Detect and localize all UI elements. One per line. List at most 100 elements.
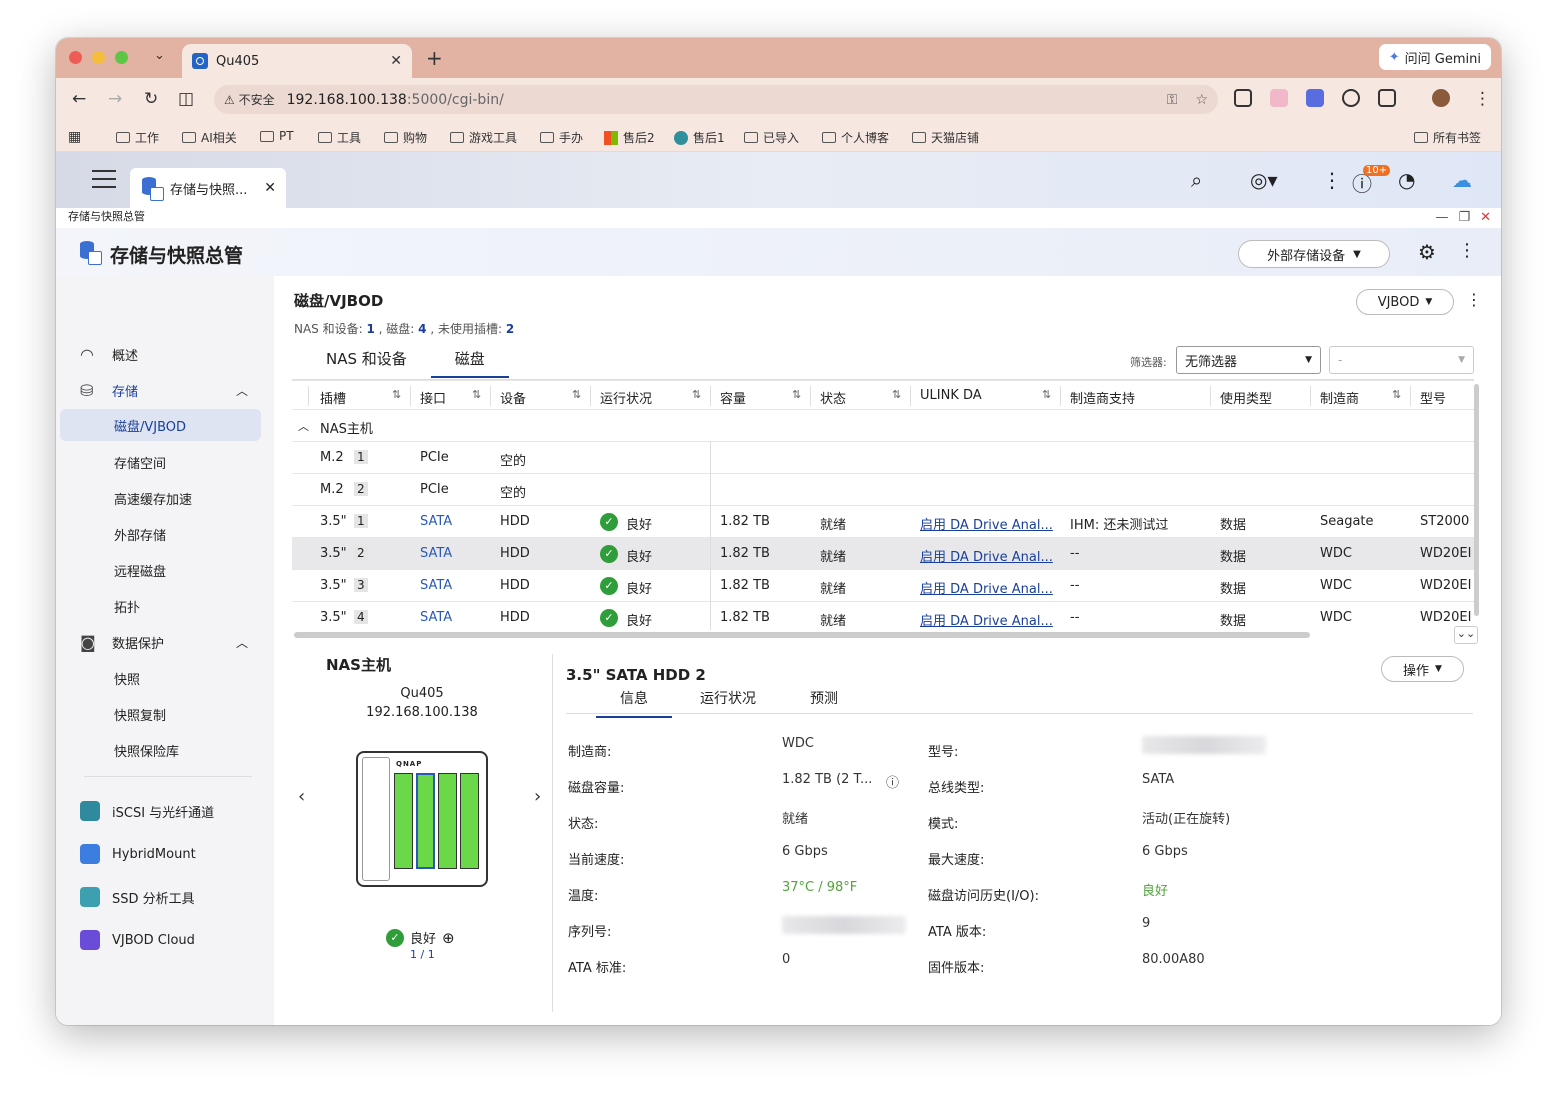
app-more-icon[interactable]: ⋮ bbox=[1458, 240, 1476, 261]
bookmark-folder[interactable]: 已导入 bbox=[744, 129, 799, 146]
sidebar-item-cache[interactable]: 高速缓存加速 bbox=[56, 488, 274, 508]
bookmark-folder[interactable]: AI相关 bbox=[182, 129, 237, 146]
profile-avatar[interactable] bbox=[1432, 89, 1450, 107]
col-device[interactable]: 设备 bbox=[500, 388, 526, 407]
sidebar-item-storage-space[interactable]: 存储空间 bbox=[56, 452, 274, 472]
tab-health[interactable]: 运行状况 bbox=[700, 688, 756, 708]
search-icon[interactable]: ⌕ bbox=[1191, 168, 1202, 192]
col-model[interactable]: 型号 bbox=[1420, 388, 1446, 407]
extension-pink-icon[interactable] bbox=[1270, 89, 1288, 107]
zoom-in-icon[interactable]: ⊕ bbox=[442, 929, 455, 947]
maximize-window-button[interactable] bbox=[115, 51, 128, 64]
restore-icon[interactable]: ❐ bbox=[1458, 210, 1470, 225]
sidebar-item-storage[interactable]: ⛁ 存储 ︿ bbox=[56, 380, 274, 400]
password-key-icon[interactable]: ⚿ bbox=[1167, 92, 1178, 108]
settings-gear-icon[interactable]: ⚙ bbox=[1418, 240, 1436, 264]
extensions-puzzle-icon[interactable] bbox=[1378, 89, 1396, 107]
vjbod-button[interactable]: VJBOD ▼ bbox=[1356, 289, 1454, 315]
col-manufacturer[interactable]: 制造商 bbox=[1320, 388, 1359, 407]
sidebar-item-overview[interactable]: ◠ 概述 bbox=[56, 344, 274, 364]
app-taskbar-tab[interactable]: 存储与快照... ✕ bbox=[130, 168, 286, 208]
sort-icon[interactable]: ⇅ bbox=[1042, 388, 1051, 401]
apps-grid-icon[interactable]: ▦ bbox=[68, 129, 81, 145]
insecure-warning[interactable]: ⚠ 不安全 bbox=[224, 91, 275, 108]
bookmark-folder[interactable]: 购物 bbox=[384, 129, 427, 146]
browser-tab[interactable]: Qu405 ✕ bbox=[182, 44, 412, 78]
col-vendor-support[interactable]: 制造商支持 bbox=[1070, 388, 1135, 407]
disk-bay-1[interactable] bbox=[394, 773, 413, 869]
address-bar[interactable]: ⚠ 不安全 192.168.100.138:5000/cgi-bin/ ⚿ ☆ bbox=[214, 85, 1218, 114]
table-row[interactable]: 3.5" 2 SATA HDD ✓ 良好 1.82 TB 就绪 启用 DA Drive Anal… bbox=[292, 538, 1474, 570]
tab-prediction[interactable]: 预测 bbox=[810, 688, 838, 708]
sidebar-app-ssd-tool[interactable]: SSD 分析工具 bbox=[56, 886, 274, 908]
extension-blue-icon[interactable] bbox=[1306, 89, 1324, 107]
next-arrow-icon[interactable]: › bbox=[534, 786, 541, 807]
previous-arrow-icon[interactable]: ‹ bbox=[298, 786, 305, 807]
bookmark-folder[interactable]: 工具 bbox=[318, 129, 361, 146]
sidebar-item-disks-vjbod[interactable]: 磁盘/VJBOD bbox=[60, 409, 261, 441]
col-interface[interactable]: 接口 bbox=[420, 388, 446, 407]
minimize-window-button[interactable] bbox=[92, 51, 105, 64]
sidebar-item-data-protection[interactable]: ◙ 数据保护 ︿ bbox=[56, 632, 274, 652]
collapse-chevron-icon[interactable]: ︿ bbox=[236, 634, 248, 651]
browser-menu-icon[interactable]: ⋮ bbox=[1474, 89, 1491, 109]
expand-panel-button[interactable]: ⌄⌄ bbox=[1454, 626, 1478, 644]
main-menu-icon[interactable] bbox=[92, 170, 116, 188]
sort-icon[interactable]: ⇅ bbox=[392, 388, 401, 401]
forward-button[interactable]: → bbox=[108, 89, 122, 109]
sidebar-app-iscsi[interactable]: iSCSI 与光纤通道 bbox=[56, 800, 274, 822]
app-tab-close-icon[interactable]: ✕ bbox=[264, 180, 276, 196]
table-row[interactable]: 3.5" 4 SATA HDD ✓ 良好 1.82 TB 就绪 启用 DA Drive Anal… bbox=[292, 602, 1474, 630]
more-options-icon[interactable]: ⋮ bbox=[1466, 290, 1482, 309]
sort-icon[interactable]: ⇅ bbox=[572, 388, 581, 401]
bookmark-star-icon[interactable]: ☆ bbox=[1195, 92, 1208, 108]
bookmark-folder[interactable]: 天猫店铺 bbox=[912, 129, 979, 146]
col-capacity[interactable]: 容量 bbox=[720, 388, 746, 407]
table-row[interactable]: M.2 1 PCIe 空的 bbox=[292, 442, 1474, 474]
cell-ulink-da[interactable]: 启用 DA Drive Anal... bbox=[920, 546, 1053, 565]
more-options-icon[interactable]: ⋮ bbox=[1322, 168, 1342, 192]
close-window-button[interactable] bbox=[69, 51, 82, 64]
resource-monitor-icon[interactable]: ◔ bbox=[1398, 168, 1415, 192]
new-tab-button[interactable]: + bbox=[426, 46, 443, 70]
info-icon[interactable]: ⓘ bbox=[886, 772, 899, 791]
user-account-icon[interactable]: ◎▾ bbox=[1250, 168, 1278, 192]
bookmark-link[interactable]: 售后2 bbox=[604, 129, 655, 146]
bookmark-folder[interactable]: 游戏工具 bbox=[450, 129, 517, 146]
close-icon[interactable]: ✕ bbox=[1480, 210, 1491, 225]
tab-list-chevron-icon[interactable]: ⌄ bbox=[154, 48, 165, 63]
sidebar-app-hybridmount[interactable]: HybridMount bbox=[56, 843, 274, 865]
disk-bay-3[interactable] bbox=[438, 773, 457, 869]
action-button[interactable]: 操作 ▼ bbox=[1381, 656, 1464, 682]
col-state[interactable]: 状态 bbox=[820, 388, 846, 407]
tab-close-icon[interactable]: ✕ bbox=[390, 53, 402, 69]
horizontal-scrollbar[interactable] bbox=[294, 632, 1310, 638]
vertical-scrollbar[interactable] bbox=[1474, 384, 1479, 616]
cell-ulink-da[interactable]: 启用 DA Drive Anal... bbox=[920, 514, 1053, 533]
tab-disks[interactable]: 磁盘 bbox=[430, 348, 509, 378]
extension-icon[interactable] bbox=[1234, 89, 1252, 107]
bookmark-link[interactable]: 售后1 bbox=[674, 129, 725, 146]
bookmark-folder[interactable]: 工作 bbox=[116, 129, 159, 146]
filter-select[interactable]: 无筛选器 ▼ bbox=[1176, 346, 1321, 374]
extension-openai-icon[interactable] bbox=[1342, 89, 1360, 107]
table-row[interactable]: 3.5" 1 SATA HDD ✓ 良好 1.82 TB 就绪 启用 DA Drive Anal… bbox=[292, 506, 1474, 538]
col-ulink-da[interactable]: ULINK DA bbox=[920, 388, 982, 403]
collapse-chevron-icon[interactable]: ︿ bbox=[236, 382, 248, 399]
group-row[interactable]: ︿ NAS主机 bbox=[292, 410, 1474, 442]
sidebar-item-remote-disk[interactable]: 远程磁盘 bbox=[56, 560, 274, 580]
table-row[interactable]: 3.5" 3 SATA HDD ✓ 良好 1.82 TB 就绪 启用 DA Drive Anal… bbox=[292, 570, 1474, 602]
bookmark-folder[interactable]: 手办 bbox=[540, 129, 583, 146]
external-storage-button[interactable]: 外部存储设备 ▼ bbox=[1238, 240, 1390, 268]
back-button[interactable]: ← bbox=[72, 89, 86, 109]
sort-icon[interactable]: ⇅ bbox=[892, 388, 901, 401]
sort-icon[interactable]: ⇅ bbox=[692, 388, 701, 401]
cell-ulink-da[interactable]: 启用 DA Drive Anal... bbox=[920, 578, 1053, 597]
tab-nas-devices[interactable]: NAS 和设备 bbox=[326, 348, 407, 378]
all-bookmarks[interactable]: 所有书签 bbox=[1414, 129, 1481, 146]
disk-bay-2[interactable] bbox=[416, 773, 435, 869]
col-slot[interactable]: 插槽 bbox=[320, 388, 346, 407]
gemini-button[interactable]: ✦ 问问 Gemini bbox=[1378, 44, 1491, 70]
split-view-icon[interactable]: ◫ bbox=[178, 89, 194, 109]
bookmark-folder[interactable]: 个人博客 bbox=[822, 129, 889, 146]
